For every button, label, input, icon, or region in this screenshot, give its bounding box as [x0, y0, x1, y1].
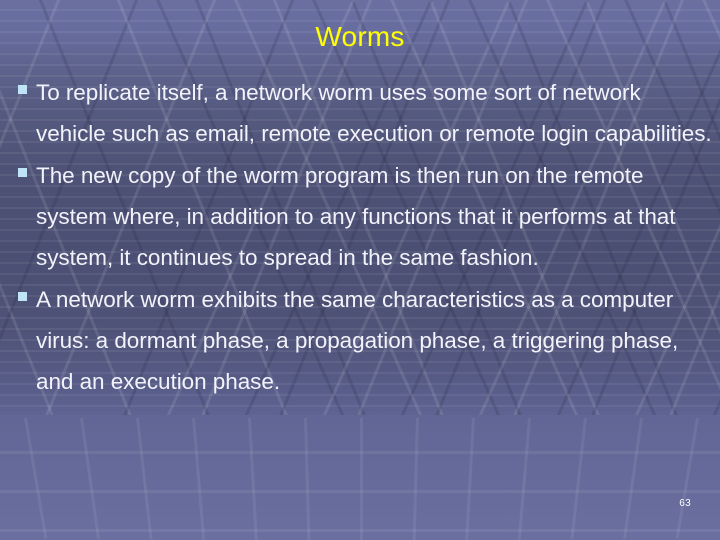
slide-body-content: To replicate itself, a network worm uses…: [12, 72, 712, 403]
presentation-slide: Worms To replicate itself, a network wor…: [0, 0, 720, 540]
slide-title: Worms: [315, 21, 405, 52]
bullet-item-text: A network worm exhibits the same charact…: [36, 287, 679, 394]
bullet-list-item: A network worm exhibits the same charact…: [12, 279, 712, 402]
square-bullet-icon: [12, 72, 36, 94]
bullet-list-item: To replicate itself, a network worm uses…: [12, 72, 712, 154]
grid-line: [360, 418, 363, 540]
bullet-item-text: To replicate itself, a network worm uses…: [36, 80, 712, 146]
square-bullet-icon: [12, 279, 36, 301]
bullet-item-text: The new copy of the worm program is then…: [36, 163, 676, 270]
bullet-list-item: The new copy of the worm program is then…: [12, 155, 712, 278]
slide-page-number: 63: [679, 498, 691, 509]
square-bullet-icon: [12, 155, 36, 177]
